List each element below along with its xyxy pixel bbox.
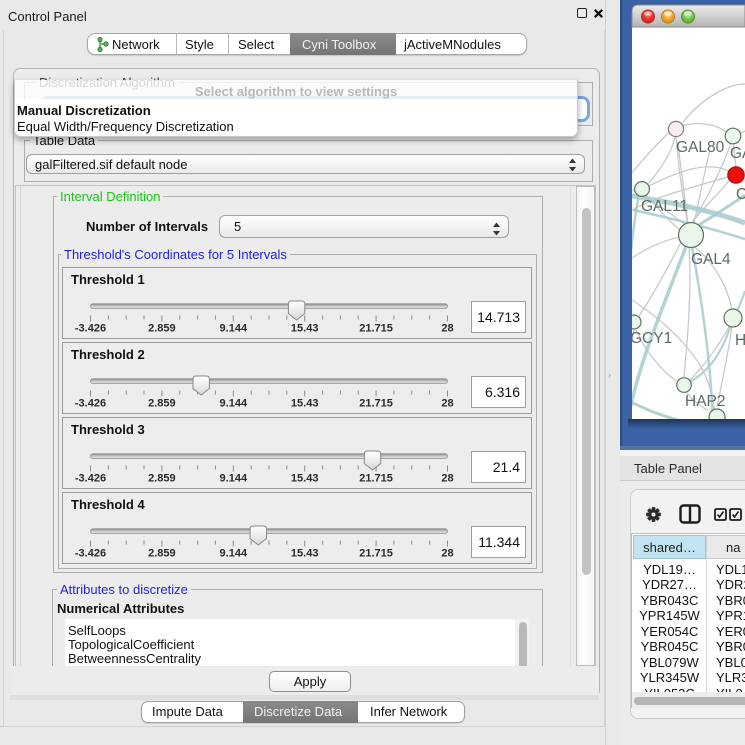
svg-text:HAP2: HAP2 [685, 393, 726, 410]
svg-text:C: C [736, 186, 745, 203]
svg-text:GAL11: GAL11 [641, 198, 688, 215]
svg-text:GA: GA [730, 145, 745, 162]
svg-text:GAL4: GAL4 [691, 251, 731, 268]
svg-text:GAL80: GAL80 [676, 139, 725, 156]
svg-text:H: H [735, 332, 745, 349]
svg-text:GCY1: GCY1 [630, 330, 672, 347]
